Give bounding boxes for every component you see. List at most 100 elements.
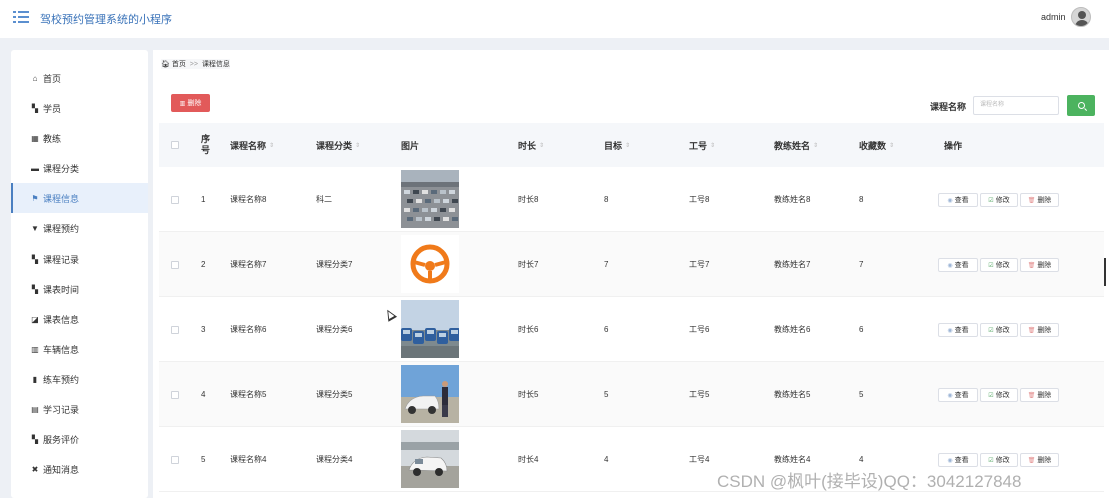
avatar[interactable] bbox=[1071, 7, 1091, 27]
sidebar-item[interactable]: ▚ 服务评价 bbox=[11, 424, 148, 454]
briefcase-icon: ▬ bbox=[31, 163, 39, 173]
edit-button[interactable]: ☑ 修改 bbox=[980, 323, 1018, 337]
cell-category: 科二 bbox=[316, 195, 332, 204]
view-button[interactable]: ◉ 查看 bbox=[938, 258, 978, 272]
eye-icon: ◉ bbox=[947, 197, 953, 204]
eye-icon: ◉ bbox=[947, 392, 953, 399]
row-checkbox[interactable] bbox=[171, 325, 179, 334]
cell-duration: 时长4 bbox=[518, 455, 539, 464]
column-header-staff_id[interactable]: 工号 ⇕ bbox=[689, 123, 715, 167]
column-header-favorites[interactable]: 收藏数 ⇕ bbox=[859, 123, 894, 167]
filter-icon: ▼ bbox=[31, 223, 39, 233]
column-header-name[interactable]: 课程名称 ⇕ bbox=[230, 123, 274, 167]
column-header-coach[interactable]: 教练姓名 ⇕ bbox=[774, 123, 818, 167]
edit-button[interactable]: ☑ 修改 bbox=[980, 453, 1018, 467]
delete-button[interactable]: 🗑︎ 删除 bbox=[1020, 388, 1059, 402]
batch-delete-label: 删除 bbox=[187, 100, 202, 107]
row-checkbox[interactable] bbox=[171, 195, 179, 204]
steering-wheel-photo[interactable] bbox=[401, 235, 459, 293]
car-row-photo[interactable] bbox=[401, 300, 459, 358]
cell-coach: 教练姓名8 bbox=[774, 195, 811, 204]
trash-icon: 🗑︎ bbox=[1027, 197, 1036, 204]
breadcrumb-home[interactable]: 首页 bbox=[172, 61, 186, 68]
scrollbar[interactable] bbox=[1104, 258, 1106, 286]
edit-label: 修改 bbox=[995, 327, 1010, 334]
sidebar-item[interactable]: ▦ 教练 bbox=[11, 123, 148, 153]
sort-icon[interactable]: ⇕ bbox=[813, 142, 818, 149]
delete-button[interactable]: 🗑︎ 删除 bbox=[1020, 258, 1059, 272]
table-row[interactable]: 3 课程名称6 课程分类6 时长6 6 工号6 教练姓名6 6 ◉ 查看 ☑ 修改 🗑︎ 删除 bbox=[159, 297, 1104, 362]
table-row[interactable]: 4 课程名称5 课程分类5 时长5 5 工号5 教练姓名5 5 ◉ 查看 ☑ 修改 🗑︎ 删除 bbox=[159, 362, 1104, 427]
edit-label: 修改 bbox=[995, 457, 1010, 464]
column-header-category[interactable]: 课程分类 ⇕ bbox=[316, 123, 360, 167]
main-content: 🏠︎ 首页 >> 课程信息 ▥ 删除 课程名称 课程名称 序号课程名称 ⇕ 课程分类… bbox=[153, 50, 1109, 498]
row-checkbox[interactable] bbox=[171, 455, 179, 464]
view-label: 查看 bbox=[954, 457, 969, 464]
sort-icon[interactable]: ⇕ bbox=[625, 142, 630, 149]
car-instructor-photo[interactable] bbox=[401, 365, 459, 423]
sidebar-item[interactable]: ▬ 课程分类 bbox=[11, 153, 148, 183]
view-button[interactable]: ◉ 查看 bbox=[938, 323, 978, 337]
sort-icon[interactable]: ⇕ bbox=[355, 142, 360, 149]
edit-icon: ☑ bbox=[988, 262, 994, 269]
training-car-photo[interactable] bbox=[401, 430, 459, 488]
sort-icon[interactable]: ⇕ bbox=[889, 142, 894, 149]
row-checkbox-cell bbox=[171, 362, 179, 427]
search-button[interactable] bbox=[1067, 95, 1095, 116]
search-input[interactable]: 课程名称 bbox=[973, 96, 1059, 115]
sort-icon[interactable]: ⇕ bbox=[539, 142, 544, 149]
cell-coach: 教练姓名5 bbox=[774, 390, 811, 399]
cell-seq: 5 bbox=[201, 455, 206, 464]
bar-chart-icon: ▮ bbox=[32, 374, 38, 384]
sidebar-item[interactable]: ▮ 练车预约 bbox=[11, 364, 148, 394]
home-icon: ⌂ bbox=[32, 73, 38, 83]
column-header-goal[interactable]: 目标 ⇕ bbox=[604, 123, 630, 167]
sort-icon[interactable]: ⇕ bbox=[710, 142, 715, 149]
row-checkbox[interactable] bbox=[171, 390, 179, 399]
edit-button[interactable]: ☑ 修改 bbox=[980, 388, 1018, 402]
table-row[interactable]: 2 课程名称7 课程分类7 时长7 7 工号7 教练姓名7 7 ◉ 查看 ☑ 修改 🗑︎ 删除 bbox=[159, 232, 1104, 297]
select-all-checkbox[interactable] bbox=[171, 141, 179, 149]
view-button[interactable]: ◉ 查看 bbox=[938, 193, 978, 207]
cell-goal: 6 bbox=[604, 325, 609, 334]
view-button[interactable]: ◉ 查看 bbox=[938, 388, 978, 402]
delete-button[interactable]: 🗑︎ 删除 bbox=[1020, 453, 1059, 467]
parking-lot-photo[interactable] bbox=[401, 170, 459, 228]
book-icon: ▤ bbox=[31, 404, 39, 414]
sidebar-item[interactable]: ◪ 课表信息 bbox=[11, 304, 148, 334]
user-name[interactable]: admin bbox=[1041, 12, 1066, 22]
edit-button[interactable]: ☑ 修改 bbox=[980, 193, 1018, 207]
home-icon: 🏠︎ bbox=[161, 61, 170, 68]
sidebar-item[interactable]: ▚ 学员 bbox=[11, 93, 148, 123]
edit-icon: ☑ bbox=[988, 457, 994, 464]
column-header-duration[interactable]: 时长 ⇕ bbox=[518, 123, 544, 167]
sidebar-item[interactable]: ▥ 车辆信息 bbox=[11, 334, 148, 364]
sort-icon[interactable]: ⇕ bbox=[269, 142, 274, 149]
delete-button[interactable]: 🗑︎ 删除 bbox=[1020, 323, 1059, 337]
batch-delete-button[interactable]: ▥ 删除 bbox=[171, 94, 210, 112]
delete-label: 删除 bbox=[1037, 197, 1052, 204]
sidebar-item-label: 课程分类 bbox=[43, 163, 80, 174]
flag-icon: ⚑ bbox=[31, 193, 39, 203]
sidebar-item[interactable]: ▼ 课程预约 bbox=[11, 213, 148, 243]
row-checkbox-cell bbox=[171, 167, 179, 232]
menu-icon[interactable] bbox=[13, 10, 29, 24]
view-label: 查看 bbox=[954, 392, 969, 399]
view-button[interactable]: ◉ 查看 bbox=[938, 453, 978, 467]
trash-icon: 🗑︎ bbox=[1027, 262, 1036, 269]
trash-icon: 🗑︎ bbox=[1027, 327, 1036, 334]
table-row[interactable]: 1 课程名称8 科二 时长8 8 工号8 教练姓名8 8 ◉ 查看 ☑ 修改 🗑︎ 删除 bbox=[159, 167, 1104, 232]
sidebar-item[interactable]: ✖ 通知消息 bbox=[11, 454, 148, 484]
sidebar-item[interactable]: ▚ 课表时间 bbox=[11, 274, 148, 304]
edit-icon: ☑ bbox=[988, 392, 994, 399]
delete-button[interactable]: 🗑︎ 删除 bbox=[1020, 193, 1059, 207]
column-header-seq: 序号 bbox=[201, 134, 211, 155]
edit-button[interactable]: ☑ 修改 bbox=[980, 258, 1018, 272]
sidebar-item[interactable]: ⌂ 首页 bbox=[11, 63, 148, 93]
table-header: 序号课程名称 ⇕ 课程分类 ⇕ 图片 时长 ⇕ 目标 ⇕ 工号 ⇕ 教练姓名 ⇕ 收藏数 ⇕ 操作 bbox=[159, 123, 1104, 167]
grid-icon: ▚ bbox=[31, 254, 39, 264]
sidebar-item[interactable]: ▤ 学习记录 bbox=[11, 394, 148, 424]
sidebar-item[interactable]: ▚ 课程记录 bbox=[11, 244, 148, 274]
row-checkbox[interactable] bbox=[171, 260, 179, 269]
sidebar-item[interactable]: ⚑ 课程信息 bbox=[11, 183, 148, 213]
